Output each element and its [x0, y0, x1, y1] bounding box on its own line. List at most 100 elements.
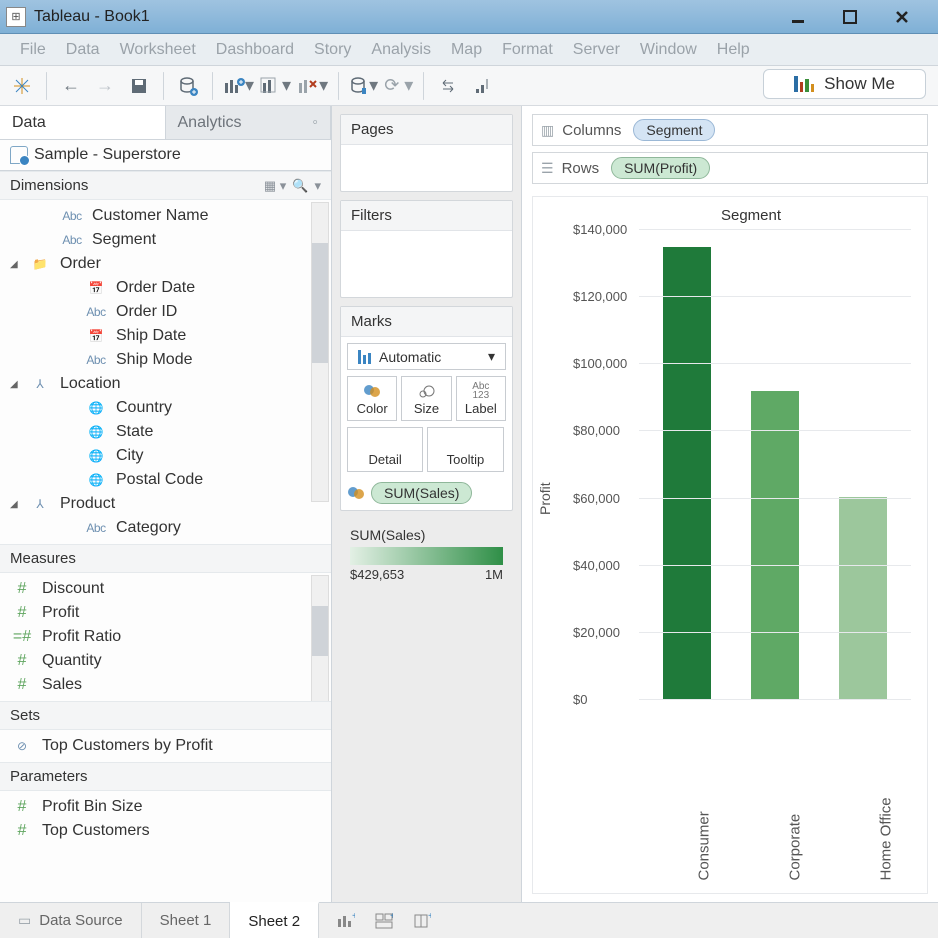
tableau-logo-icon[interactable] [8, 72, 36, 100]
new-worksheet-icon[interactable]: + [337, 913, 355, 929]
swap-button[interactable] [434, 72, 462, 100]
field-ship-date[interactable]: 📅Ship Date [6, 324, 331, 348]
bar-chart-icon [358, 350, 371, 364]
marks-tooltip[interactable]: Tooltip [427, 427, 503, 472]
menu-server[interactable]: Server [567, 39, 626, 61]
menu-help[interactable]: Help [711, 39, 756, 61]
sheet-tabs: ▭Data Source Sheet 1 Sheet 2 + + + [0, 902, 938, 938]
marks-detail[interactable]: Detail [347, 427, 423, 472]
field-profit-ratio[interactable]: =#Profit Ratio [6, 625, 331, 649]
color-legend[interactable]: SUM(Sales) $429,6531M [340, 519, 513, 590]
show-me-label: Show Me [824, 74, 895, 94]
sets-header: Sets [0, 701, 331, 730]
menu-icon[interactable]: ▾ [314, 178, 321, 194]
field-discount[interactable]: #Discount [6, 577, 331, 601]
new-worksheet-button[interactable]: ▾ [223, 72, 254, 100]
marks-type-select[interactable]: Automatic▾ [347, 343, 506, 370]
rows-icon: ☰ [541, 160, 554, 177]
tab-sheet-1[interactable]: Sheet 1 [142, 903, 231, 938]
columns-shelf[interactable]: ▥Columns Segment [532, 114, 928, 146]
columns-pill-segment[interactable]: Segment [633, 119, 715, 141]
bar-home-office[interactable] [839, 497, 887, 700]
field-sales[interactable]: #Sales [6, 673, 331, 697]
menu-story[interactable]: Story [308, 39, 357, 61]
scrollbar[interactable] [311, 202, 329, 502]
menu-file[interactable]: File [14, 39, 52, 61]
cards-pane: Pages Filters Marks Automatic▾ Color Siz… [332, 106, 522, 902]
datasource-item[interactable]: Sample - Superstore [0, 140, 331, 171]
field-country[interactable]: 🌐Country [6, 396, 331, 420]
color-pill-sum-sales[interactable]: SUM(Sales) [371, 482, 472, 504]
show-me-button[interactable]: Show Me [763, 69, 926, 99]
tab-analytics[interactable]: Analytics◦ [166, 106, 332, 139]
pages-card[interactable]: Pages [340, 114, 513, 192]
tab-data-source[interactable]: ▭Data Source [0, 903, 142, 938]
field-state[interactable]: 🌐State [6, 420, 331, 444]
rows-pill-sum-profit[interactable]: SUM(Profit) [611, 157, 710, 179]
tab-data[interactable]: Data [0, 106, 166, 139]
field-customer-name[interactable]: AbcCustomer Name [6, 204, 331, 228]
chart-title: Segment [581, 207, 921, 224]
field-order-date[interactable]: 📅Order Date [6, 276, 331, 300]
toolbar: ← → ▾ ▾ ▾ ▾ ⟳ ▾ Show Me [0, 66, 938, 106]
field-city[interactable]: 🌐City [6, 444, 331, 468]
y-axis-label: Profit [537, 482, 553, 515]
search-icon[interactable]: 🔍 [292, 178, 308, 194]
close-button[interactable] [888, 7, 916, 27]
auto-update-button[interactable]: ▾ [349, 72, 378, 100]
globe-icon: 🌐 [84, 449, 108, 463]
field-profit[interactable]: #Profit [6, 601, 331, 625]
sort-asc-button[interactable] [468, 72, 496, 100]
tab-sheet-2[interactable]: Sheet 2 [230, 902, 319, 938]
field-category[interactable]: AbcCategory [6, 516, 331, 540]
new-dashboard-icon[interactable]: + [375, 913, 393, 929]
bar-corporate[interactable] [751, 391, 799, 700]
x-label: Home Office [837, 833, 894, 881]
menu-dashboard[interactable]: Dashboard [210, 39, 300, 61]
minimize-button[interactable] [784, 7, 812, 27]
folder-product[interactable]: ◢⅄Product [6, 492, 331, 516]
marks-label[interactable]: Abc123Label [456, 376, 506, 421]
window-title: Tableau - Book1 [34, 8, 150, 26]
param-top-customers[interactable]: #Top Customers [6, 819, 331, 843]
app-icon: ⊞ [6, 7, 26, 27]
menu-map[interactable]: Map [445, 39, 488, 61]
field-segment[interactable]: AbcSegment [6, 228, 331, 252]
field-quantity[interactable]: #Quantity [6, 649, 331, 673]
scrollbar[interactable] [311, 575, 329, 701]
datasource-icon [10, 146, 28, 164]
menu-format[interactable]: Format [496, 39, 559, 61]
clear-sheet-button[interactable]: ▾ [297, 72, 328, 100]
field-order-id[interactable]: AbcOrder ID [6, 300, 331, 324]
measures-header: Measures [0, 544, 331, 573]
set-top-customers[interactable]: ⊘Top Customers by Profit [6, 734, 331, 758]
duplicate-sheet-button[interactable]: ▾ [260, 72, 291, 100]
parameters-header: Parameters [0, 762, 331, 791]
marks-size[interactable]: Size [401, 376, 451, 421]
chart-area[interactable]: Segment Profit $0$20,000$40,000$60,000$8… [532, 196, 928, 894]
refresh-button[interactable]: ⟳ ▾ [384, 72, 413, 100]
param-profit-bin[interactable]: #Profit Bin Size [6, 795, 331, 819]
field-ship-mode[interactable]: AbcShip Mode [6, 348, 331, 372]
new-datasource-button[interactable] [174, 72, 202, 100]
back-button[interactable]: ← [57, 72, 85, 100]
field-postal-code[interactable]: 🌐Postal Code [6, 468, 331, 492]
folder-location[interactable]: ◢⅄Location [6, 372, 331, 396]
menubar: File Data Worksheet Dashboard Story Anal… [0, 34, 938, 66]
filters-card[interactable]: Filters [340, 200, 513, 298]
maximize-button[interactable] [836, 7, 864, 27]
menu-worksheet[interactable]: Worksheet [114, 39, 202, 61]
rows-shelf[interactable]: ☰Rows SUM(Profit) [532, 152, 928, 184]
menu-window[interactable]: Window [634, 39, 703, 61]
new-story-icon[interactable]: + [413, 913, 431, 929]
save-button[interactable] [125, 72, 153, 100]
view-toggle-icon[interactable]: ▦ ▾ [264, 178, 286, 194]
forward-button[interactable]: → [91, 72, 119, 100]
marks-color[interactable]: Color [347, 376, 397, 421]
menu-data[interactable]: Data [60, 39, 106, 61]
hierarchy-icon: ⅄ [28, 497, 52, 511]
globe-icon: 🌐 [84, 473, 108, 487]
folder-order[interactable]: ◢📁Order [6, 252, 331, 276]
set-icon: ⊘ [10, 739, 34, 753]
menu-analysis[interactable]: Analysis [365, 39, 437, 61]
